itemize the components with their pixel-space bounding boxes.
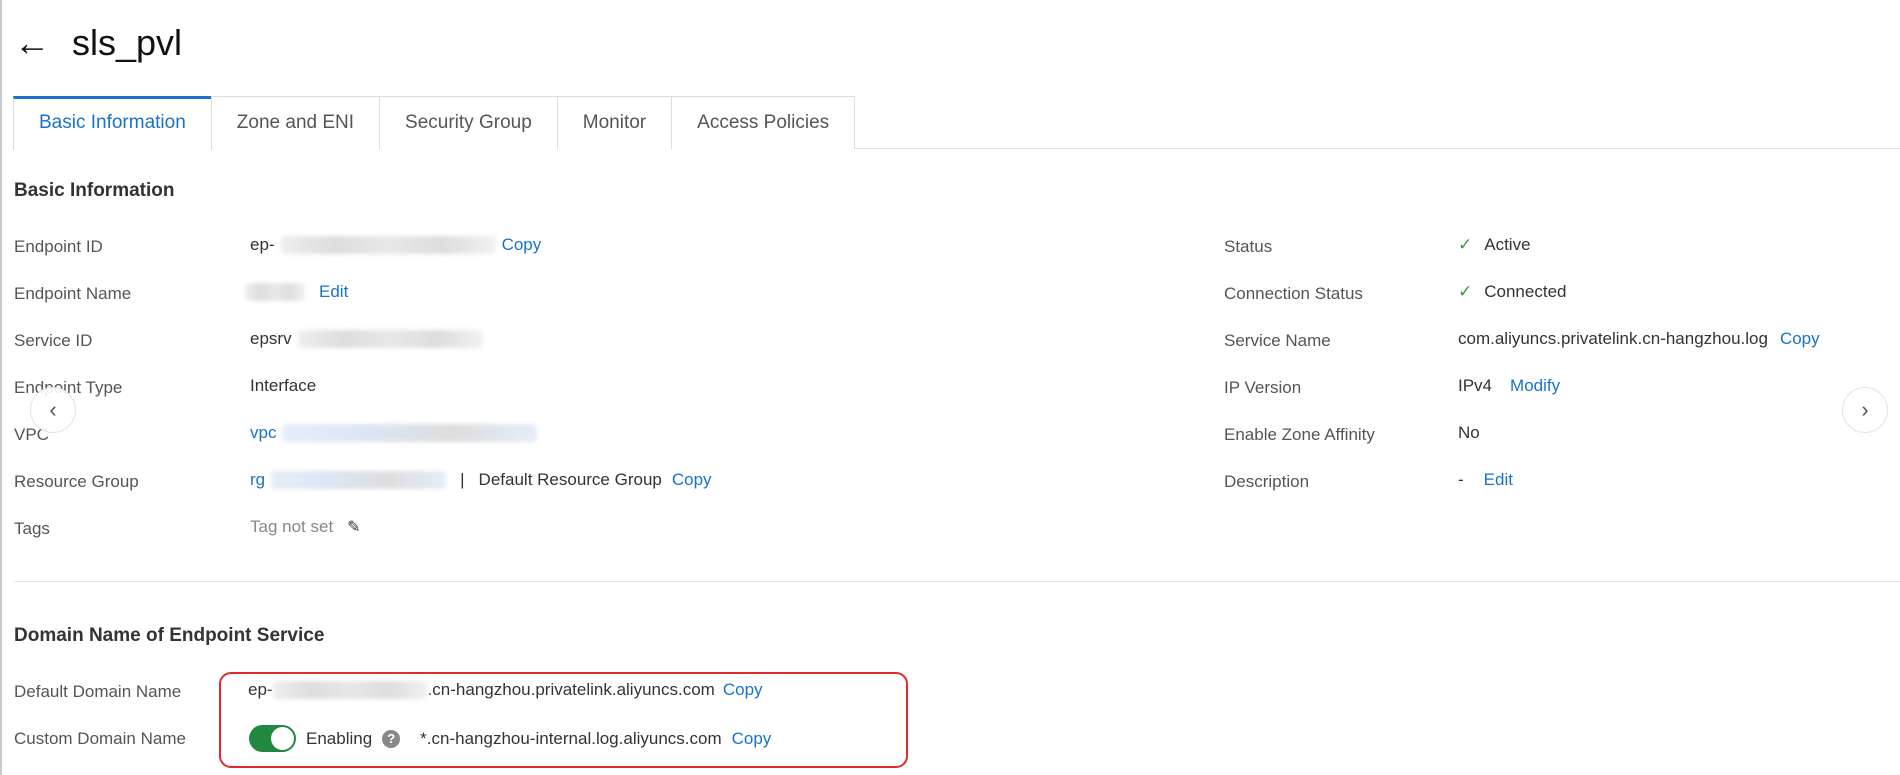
edit-endpoint-name-button[interactable]: Edit [319,282,348,302]
page-header: ← sls_pvl [14,22,182,64]
tab-bar: Basic Information Zone and ENI Security … [13,96,1900,150]
ip-version-label: IP Version [1224,378,1302,397]
connection-status-label: Connection Status [1224,284,1363,303]
ip-version-value: IPv4 [1458,376,1493,395]
redacted [297,330,483,348]
endpoint-name-label: Endpoint Name [14,284,132,303]
service-id-label: Service ID [14,331,93,350]
resource-group-label: Resource Group [14,472,139,491]
copy-service-name-button[interactable]: Copy [1780,329,1820,349]
zone-affinity-value: No [1458,423,1480,442]
zone-affinity-label: Enable Zone Affinity [1224,425,1375,444]
tags-text: Tag not set [250,517,334,536]
endpoint-id-label: Endpoint ID [14,237,103,256]
resource-group-name: Default Resource Group [478,470,662,489]
resource-group-link[interactable]: rg [250,470,265,490]
copy-resource-group-button[interactable]: Copy [672,470,712,490]
status-value: Active [1484,235,1531,254]
custom-domain-label: Custom Domain Name [14,729,186,748]
tab-monitor[interactable]: Monitor [556,96,673,149]
status-label: Status [1224,237,1273,256]
redacted [245,283,305,301]
modify-ip-version-button[interactable]: Modify [1510,376,1560,396]
check-icon: ✓ [1458,282,1473,301]
service-id-text: epsrv [250,329,292,348]
edit-pencil-icon[interactable]: ✎ [347,517,360,537]
tab-basic-information[interactable]: Basic Information [13,96,212,150]
chevron-right-icon[interactable]: › [1842,387,1888,433]
endpoint-id-text: ep- [250,235,275,254]
endpoint-id-value: ep- Copy [250,235,541,255]
service-id-value: epsrv [250,329,483,349]
resource-group-value: rg | Default Resource Group Copy [250,470,712,490]
tags-label: Tags [14,519,50,538]
tab-security-group[interactable]: Security Group [379,96,558,149]
default-domain-label: Default Domain Name [14,682,182,701]
highlight-box [219,672,908,768]
tags-value: Tag not set ✎ [250,517,361,537]
description-value: - [1458,470,1464,489]
copy-endpoint-id-button[interactable]: Copy [502,235,542,255]
section-divider [14,581,1900,582]
vpc-link[interactable]: vpc [250,423,276,443]
service-name-label: Service Name [1224,331,1331,350]
basic-information-heading: Basic Information [14,180,175,201]
tab-access-policies[interactable]: Access Policies [671,96,856,149]
endpoint-name-value: Edit [245,282,348,302]
separator: | [460,470,465,489]
chevron-left-icon[interactable]: ‹ [30,387,76,433]
redacted [280,236,496,254]
arrow-left-icon[interactable]: ← [14,22,50,64]
vpc-value: vpc [250,423,538,443]
domain-heading: Domain Name of Endpoint Service [14,625,325,646]
page-title: sls_pvl [72,22,183,63]
service-name-value: com.aliyuncs.privatelink.cn-hangzhou.log [1458,329,1768,348]
redacted [282,424,538,442]
redacted [271,471,447,489]
edit-description-button[interactable]: Edit [1484,470,1513,490]
tab-zone-and-eni[interactable]: Zone and ENI [210,96,381,149]
connection-status-value: Connected [1484,282,1567,301]
check-icon: ✓ [1458,235,1473,254]
endpoint-type-value: Interface [250,376,317,395]
window-edge [0,0,2,775]
description-label: Description [1224,472,1310,491]
